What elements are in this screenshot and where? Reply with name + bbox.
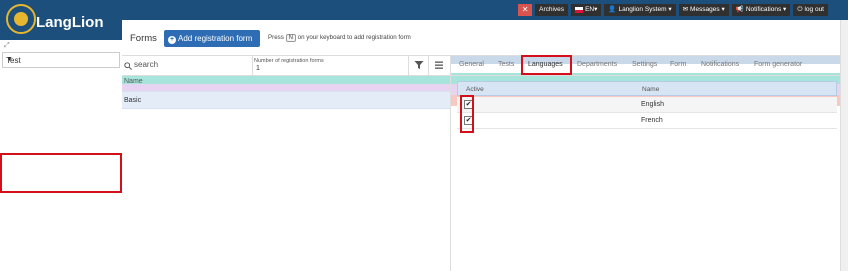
language-dropdown[interactable]: EN▾ bbox=[571, 4, 602, 16]
list-item[interactable]: Basic bbox=[122, 91, 450, 109]
tab-settings[interactable]: Settings bbox=[632, 61, 657, 68]
notifications-dropdown[interactable]: 📢 Notifications ▾ bbox=[731, 4, 791, 16]
search-icon bbox=[124, 62, 132, 70]
envelope-icon: ✉ bbox=[682, 6, 689, 13]
archives-button[interactable]: Archives bbox=[535, 4, 569, 16]
hint-key: N bbox=[285, 34, 296, 42]
logout-button[interactable]: ⏻ log out bbox=[793, 4, 828, 16]
user-label: Langlion System ▾ bbox=[618, 6, 672, 13]
count-label: Number of registration forms bbox=[254, 58, 324, 64]
add-button-label: Add registration form bbox=[178, 34, 253, 43]
tab-form-generator[interactable]: Form generator bbox=[754, 61, 802, 68]
notifications-label: Notifications ▾ bbox=[745, 6, 787, 13]
language-label: EN▾ bbox=[585, 6, 598, 13]
divider bbox=[408, 56, 409, 76]
count-value: 1 bbox=[256, 65, 260, 72]
menu-icon[interactable] bbox=[434, 60, 444, 70]
table-row: ✔ French bbox=[457, 113, 837, 129]
close-icon[interactable]: ✕ bbox=[518, 4, 533, 16]
chevron-down-icon: ▼ bbox=[6, 56, 13, 63]
page-title: Forms bbox=[130, 33, 157, 44]
language-name: French bbox=[641, 117, 663, 124]
hint-suffix: on your keyboard to add registration for… bbox=[297, 34, 411, 41]
language-name: English bbox=[641, 101, 664, 108]
plus-icon: + bbox=[168, 36, 176, 44]
divider bbox=[428, 56, 429, 76]
hint-prefix: Press bbox=[268, 34, 284, 41]
tab-form[interactable]: Form bbox=[670, 61, 686, 68]
scrollbar[interactable] bbox=[840, 20, 848, 271]
column-name: Name bbox=[642, 86, 660, 93]
messages-label: Messages ▾ bbox=[690, 6, 725, 13]
brand-name: LangLion bbox=[36, 14, 104, 31]
tab-tests[interactable]: Tests bbox=[498, 61, 514, 68]
add-registration-form-button[interactable]: + Add registration form bbox=[164, 30, 260, 47]
table-row: ✔ English bbox=[457, 97, 837, 113]
school-select[interactable]: Test ▼ bbox=[2, 52, 120, 68]
power-icon: ⏻ bbox=[797, 6, 803, 13]
pin-icon[interactable]: ⤢ bbox=[4, 42, 10, 50]
flag-icon bbox=[575, 7, 584, 13]
archives-label: Archives bbox=[539, 6, 565, 13]
highlight-frame-checkboxes bbox=[460, 95, 474, 133]
pane-divider bbox=[450, 56, 451, 271]
user-icon: 👤 bbox=[608, 6, 617, 13]
tabs: General Tests Languages Departments Sett… bbox=[451, 56, 848, 76]
user-dropdown[interactable]: 👤 Langlion System ▾ bbox=[604, 4, 676, 16]
lion-icon bbox=[6, 4, 36, 34]
tab-general[interactable]: General bbox=[459, 61, 484, 68]
tab-notifications[interactable]: Notifications bbox=[701, 61, 739, 68]
main-header: Forms + Add registration form Press N on … bbox=[122, 20, 848, 56]
filter-icon[interactable] bbox=[414, 60, 424, 70]
divider bbox=[252, 56, 253, 76]
list-header-name: Name bbox=[124, 78, 143, 85]
highlight-frame-registration bbox=[0, 153, 122, 193]
logout-label: log out bbox=[804, 6, 824, 13]
search-row: search Number of registration forms 1 bbox=[122, 56, 450, 76]
table-header: Active Name bbox=[457, 81, 837, 96]
column-active: Active bbox=[466, 86, 484, 93]
top-menu: ✕ Archives EN▾ 👤 Langlion System ▾ ✉ Messa… bbox=[518, 4, 828, 16]
highlight-frame-languages-tab bbox=[521, 55, 572, 75]
keyboard-hint: Press N on your keyboard to add registra… bbox=[268, 34, 411, 42]
megaphone-icon: 📢 bbox=[735, 6, 744, 13]
brand-logo[interactable]: LangLion bbox=[0, 0, 122, 40]
tab-departments[interactable]: Departments bbox=[577, 61, 617, 68]
search-input[interactable]: search bbox=[134, 60, 158, 69]
messages-dropdown[interactable]: ✉ Messages ▾ bbox=[678, 4, 729, 16]
